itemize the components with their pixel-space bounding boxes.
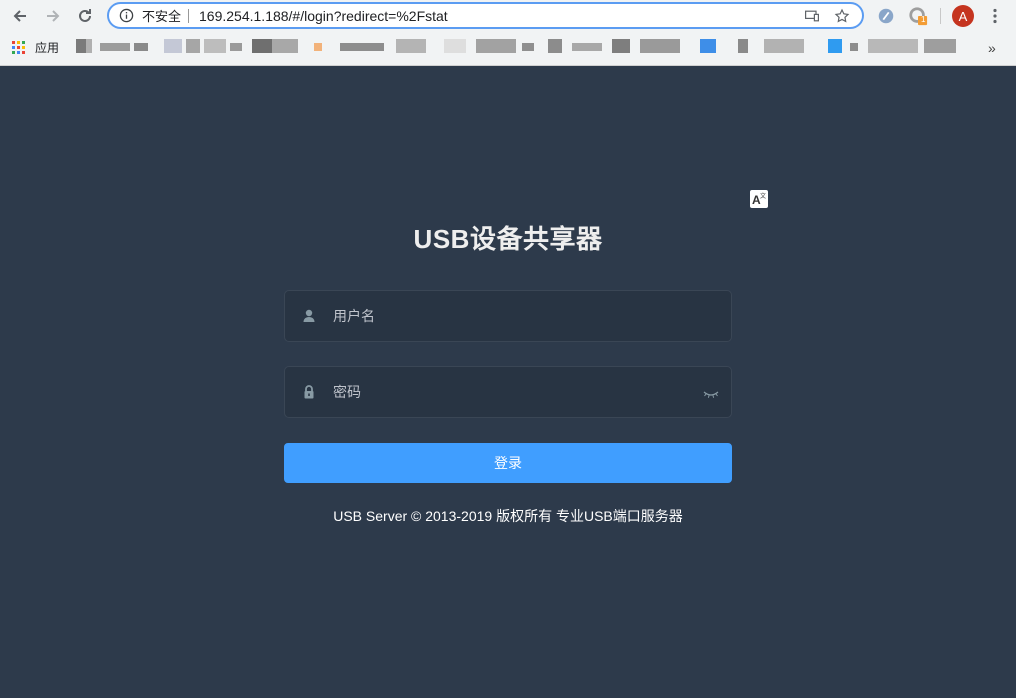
browser-toolbar: 不安全 169.254.1.188/#/login?redirect=%2Fst… — [0, 0, 1016, 32]
bookmark-item[interactable] — [76, 39, 151, 53]
username-input[interactable] — [333, 303, 703, 329]
reload-icon — [79, 9, 91, 22]
profile-avatar[interactable]: A — [952, 5, 974, 27]
bookmarks-bar: 应用 » — [0, 32, 1016, 62]
back-button[interactable] — [8, 4, 32, 28]
cast-icon[interactable] — [802, 6, 822, 26]
extension-icon[interactable] — [875, 5, 897, 27]
lock-icon — [301, 384, 317, 400]
extension-badge: 1 — [921, 15, 926, 24]
url-text[interactable]: 169.254.1.188/#/login?redirect=%2Fstat — [199, 8, 802, 24]
forward-arrow-icon — [47, 10, 60, 22]
translate-icon[interactable]: A文 — [750, 190, 768, 208]
bookmark-item[interactable] — [164, 39, 244, 53]
forward-button[interactable] — [41, 4, 65, 28]
more-vert-icon[interactable] — [986, 5, 1004, 27]
copyright-footer: USB Server © 2013-2019 版权所有 专业USB端口服务器 — [333, 508, 683, 524]
browser-chrome: 不安全 169.254.1.188/#/login?redirect=%2Fst… — [0, 0, 1016, 66]
page-title: USB设备共享器 — [413, 224, 603, 254]
apps-label: 应用 — [35, 41, 60, 55]
svg-text:文: 文 — [760, 192, 766, 200]
password-field[interactable] — [284, 366, 732, 418]
star-icon[interactable] — [832, 6, 852, 26]
address-bar[interactable]: 不安全 169.254.1.188/#/login?redirect=%2Fst… — [107, 2, 864, 29]
bookmark-item[interactable] — [828, 39, 958, 53]
username-field[interactable] — [284, 290, 732, 342]
bookmarks-overflow-icon[interactable]: » — [988, 40, 996, 56]
security-label[interactable]: 不安全 — [142, 6, 181, 25]
eye-closed-icon[interactable] — [703, 387, 719, 399]
bookmark-item[interactable] — [548, 39, 698, 53]
bookmark-item[interactable] — [252, 39, 302, 53]
apps-shortcut[interactable]: 应用 — [12, 39, 59, 56]
login-button[interactable]: 登录 — [284, 443, 732, 483]
omnibox-divider — [188, 8, 190, 23]
apps-grid-icon — [12, 40, 26, 55]
bookmark-item[interactable] — [314, 39, 386, 53]
bookmark-item[interactable] — [700, 39, 810, 53]
bookmark-item[interactable] — [396, 39, 536, 53]
info-icon[interactable] — [118, 8, 134, 24]
user-icon — [301, 308, 317, 324]
password-input[interactable] — [333, 379, 703, 405]
toolbar-divider — [940, 8, 941, 24]
extension-badge-icon[interactable]: 1 — [907, 5, 929, 27]
back-arrow-icon — [13, 10, 26, 22]
reload-button[interactable] — [73, 4, 97, 28]
